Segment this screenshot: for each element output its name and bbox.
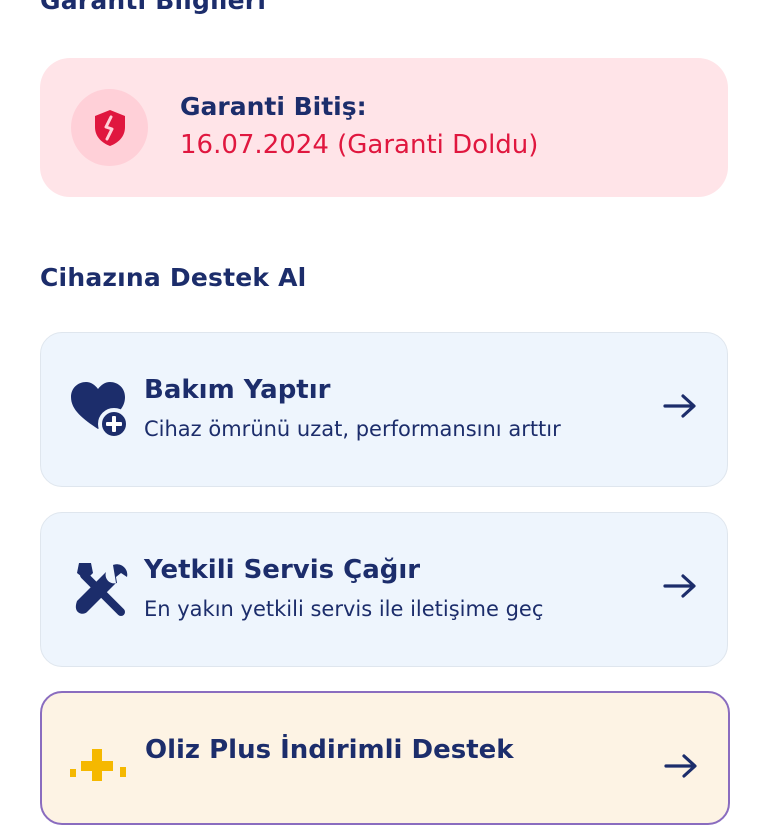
broken-shield-icon <box>94 109 125 146</box>
arrow-right-icon[interactable] <box>663 573 697 599</box>
warranty-expiry-label: Garanti Bitiş: <box>180 92 367 121</box>
arrow-right-icon[interactable] <box>663 393 697 419</box>
service-subtitle: En yakın yetkili servis ile iletişime ge… <box>144 597 544 621</box>
service-title: Yetkili Servis Çağır <box>144 555 421 585</box>
heart-plus-icon <box>71 382 130 440</box>
arrow-right-icon[interactable] <box>664 753 698 779</box>
authorized-service-card[interactable]: Yetkili Servis Çağır En yakın yetkili se… <box>40 512 728 667</box>
warranty-card: Garanti Bitiş: 16.07.2024 (Garanti Doldu… <box>40 58 728 197</box>
maintenance-card[interactable]: Bakım Yaptır Cihaz ömrünü uzat, performa… <box>40 332 728 487</box>
maintenance-title: Bakım Yaptır <box>144 375 331 405</box>
warranty-heading: Garanti Bilgileri <box>40 0 267 15</box>
oliz-plus-card[interactable]: Oliz Plus İndirimli Destek <box>40 691 730 825</box>
warranty-icon-badge <box>71 89 148 166</box>
wrench-screwdriver-icon <box>75 563 128 616</box>
maintenance-subtitle: Cihaz ömrünü uzat, performansını arttır <box>144 417 561 441</box>
warranty-expiry-date: 16.07.2024 (Garanti Doldu) <box>180 130 539 160</box>
sparkle-plus-icon <box>70 749 126 781</box>
oliz-plus-title: Oliz Plus İndirimli Destek <box>145 735 514 765</box>
support-heading: Cihazına Destek Al <box>40 263 307 292</box>
